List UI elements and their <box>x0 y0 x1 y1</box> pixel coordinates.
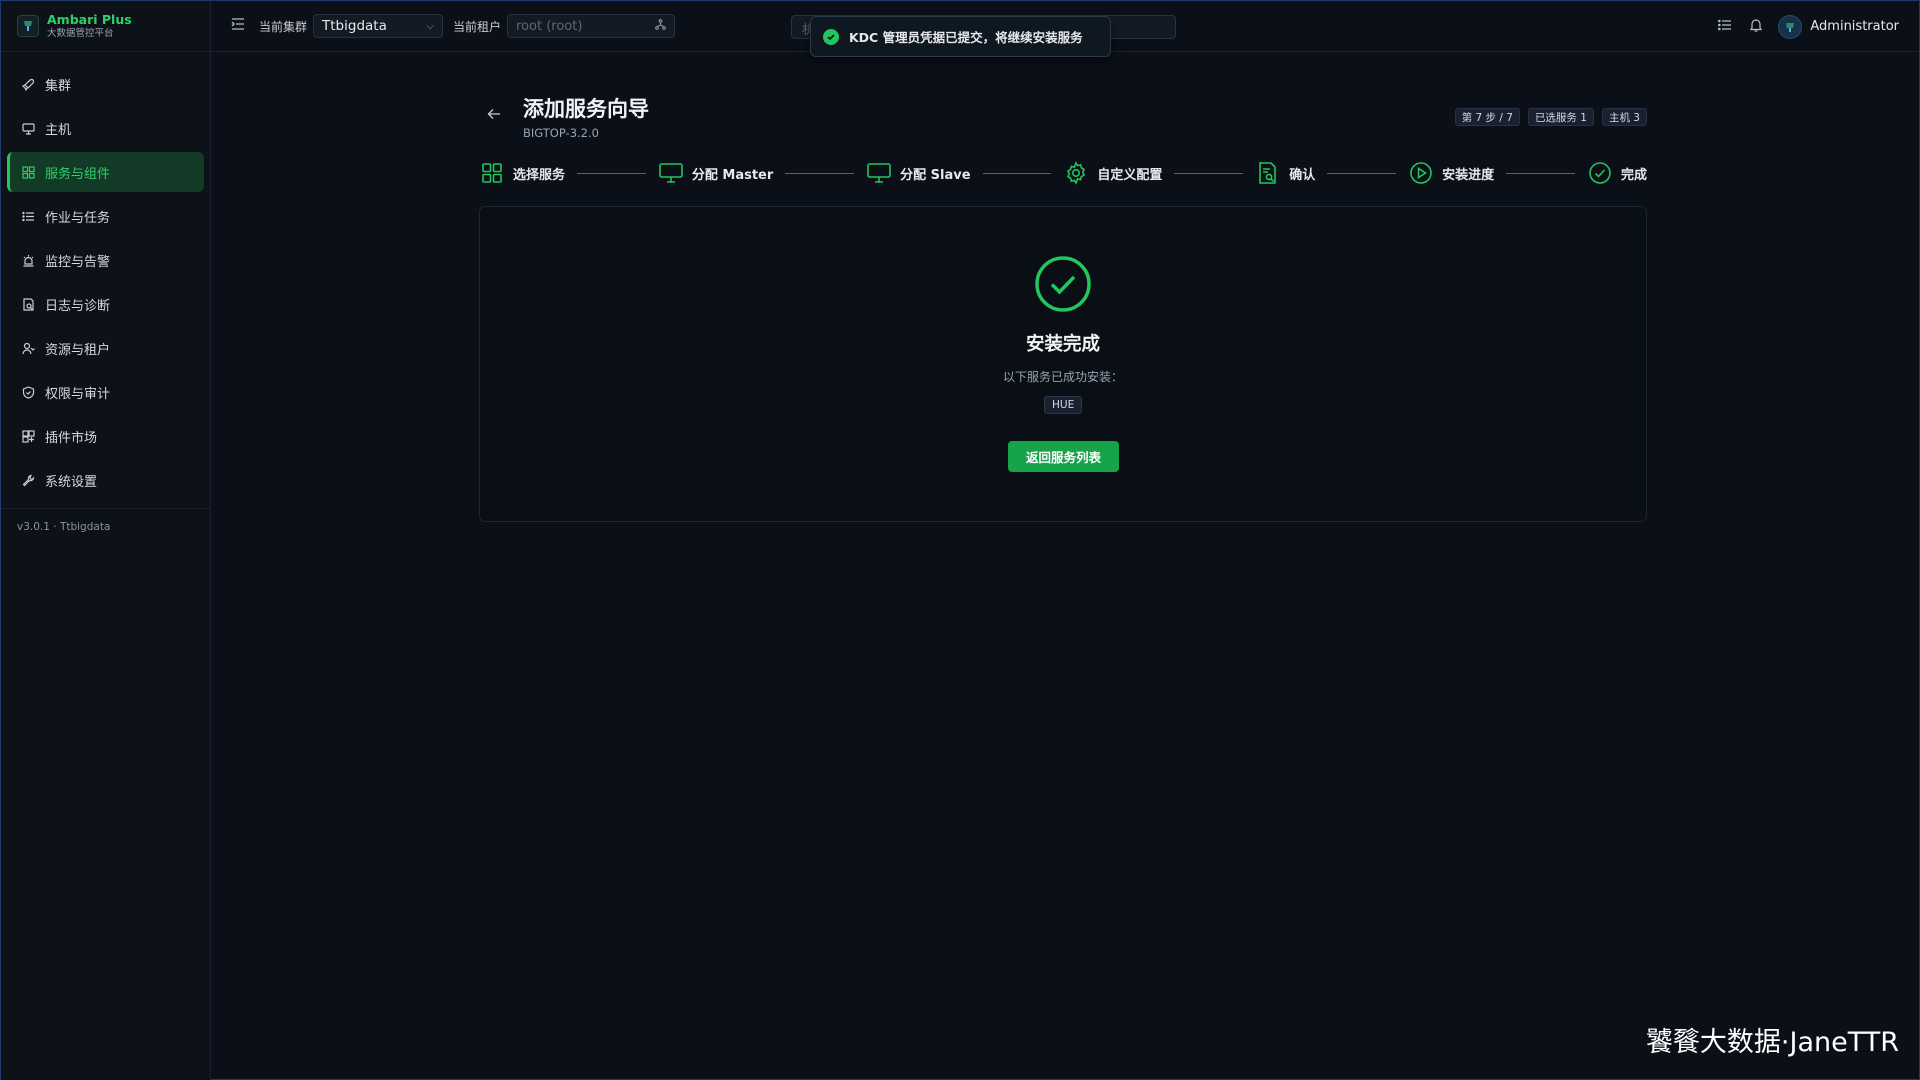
check-circle-icon <box>823 28 839 45</box>
monitor-icon <box>658 160 684 186</box>
brand-subtitle: 大数据管控平台 <box>47 27 114 39</box>
step-confirm[interactable]: 确认 <box>1255 160 1315 186</box>
sidebar-item-permissions[interactable]: 权限与审计 <box>7 372 204 412</box>
sidebar-item-label: 作业与任务 <box>45 210 111 226</box>
sidebar-item-label: 主机 <box>45 122 72 138</box>
result-title: 安装完成 <box>1025 334 1100 355</box>
tenant-input[interactable]: root (root) <box>507 14 676 38</box>
sidebar-item-services[interactable]: 服务与组件 <box>7 152 204 192</box>
stack-version: BIGTOP-3.2.0 <box>523 126 599 140</box>
selected-services-badge: 已选服务 1 <box>1527 108 1594 126</box>
wrench-icon <box>21 473 35 487</box>
step-connector <box>577 172 646 174</box>
tenant-placeholder: root (root) <box>516 18 583 34</box>
network-icon <box>655 18 666 34</box>
bell-icon[interactable] <box>1750 18 1763 36</box>
result-card: 安装完成 以下服务已成功安装： HUE 返回服务列表 <box>479 206 1647 522</box>
success-check-icon <box>1034 255 1092 317</box>
service-tag: HUE <box>1044 396 1083 414</box>
result-description: 以下服务已成功安装： <box>1002 370 1123 384</box>
brand-title: Ambari Plus <box>47 11 132 27</box>
step-connector <box>982 172 1052 174</box>
step-count-badge: 第 7 步 / 7 <box>1454 108 1520 126</box>
sidebar-item-cluster[interactable]: 集群 <box>7 64 204 104</box>
sidebar-item-settings[interactable]: 系统设置 <box>7 460 204 500</box>
sidebar-item-resources[interactable]: 资源与租户 <box>7 328 204 368</box>
sidebar-item-label: 日志与诊断 <box>45 298 111 314</box>
step-connector <box>1327 172 1397 174</box>
check-circle-icon <box>1587 160 1613 186</box>
wizard-stepper: 选择服务 分配 Master 分配 Slave 自定义配置 确认 安装进度 完成 <box>479 158 1647 188</box>
grid-icon <box>21 165 35 179</box>
document-search-icon <box>1255 160 1281 186</box>
cluster-select[interactable]: Ttbigdata ⌵ <box>313 14 444 38</box>
sidebar-item-label: 权限与审计 <box>45 386 111 402</box>
sidebar-item-plugins[interactable]: 插件市场 <box>7 416 204 456</box>
step-connector <box>1506 172 1575 174</box>
sidebar: Ambari Plus 大数据管控平台 集群 主机 服务与组件 作业与任务 监控… <box>1 1 211 1080</box>
avatar[interactable] <box>1778 14 1803 39</box>
step-assign-slave[interactable]: 分配 Slave <box>866 160 971 186</box>
sidebar-item-hosts[interactable]: 主机 <box>7 108 204 148</box>
topbar-right: Administrator <box>1700 1 1899 52</box>
play-circle-icon <box>1408 160 1434 186</box>
back-arrow-icon[interactable] <box>487 105 501 124</box>
step-label: 安装进度 <box>1442 167 1495 183</box>
alarm-icon <box>21 253 35 267</box>
step-connector <box>785 172 855 174</box>
username[interactable]: Administrator <box>1810 19 1899 34</box>
monitor-icon <box>21 121 35 135</box>
step-install-progress[interactable]: 安装进度 <box>1408 160 1494 186</box>
log-icon <box>21 297 35 311</box>
wizard-badges: 第 7 步 / 7 已选服务 1 主机 3 <box>1447 108 1647 126</box>
step-finish[interactable]: 完成 <box>1587 160 1647 186</box>
users-icon <box>21 341 35 355</box>
sidebar-item-label: 集群 <box>45 78 72 94</box>
app-window: Ambari Plus 大数据管控平台 集群 主机 服务与组件 作业与任务 监控… <box>0 0 1920 1080</box>
back-to-services-button[interactable]: 返回服务列表 <box>1008 441 1119 472</box>
plugin-icon <box>21 429 35 443</box>
list-icon <box>21 209 35 223</box>
cluster-label: 当前集群 <box>259 19 308 34</box>
sidebar-item-label: 系统设置 <box>45 474 98 490</box>
brand[interactable]: Ambari Plus 大数据管控平台 <box>1 1 210 52</box>
version-label: v3.0.1 · Ttbigdata <box>17 521 111 533</box>
rocket-icon <box>21 77 35 91</box>
step-label: 分配 Slave <box>900 167 971 183</box>
task-list-icon[interactable] <box>1718 19 1732 35</box>
chevron-down-icon: ⌵ <box>426 20 435 32</box>
step-label: 完成 <box>1620 167 1647 183</box>
page-header: 添加服务向导 BIGTOP-3.2.0 第 7 步 / 7 已选服务 1 主机 … <box>479 91 1647 141</box>
monitor-icon <box>866 160 892 186</box>
step-label: 选择服务 <box>513 167 566 183</box>
cluster-select-value: Ttbigdata <box>322 18 387 34</box>
sidebar-nav: 集群 主机 服务与组件 作业与任务 监控与告警 日志与诊断 资源与租户 权限与审… <box>1 52 210 500</box>
step-select-services[interactable]: 选择服务 <box>479 160 565 186</box>
sidebar-item-monitoring[interactable]: 监控与告警 <box>7 240 204 280</box>
hosts-badge: 主机 3 <box>1601 108 1647 126</box>
toast-message: KDC 管理员凭据已提交，将继续安装服务 <box>849 30 1083 45</box>
page-title: 添加服务向导 <box>523 97 649 121</box>
grid-icon <box>479 160 505 186</box>
step-assign-master[interactable]: 分配 Master <box>658 160 773 186</box>
gear-icon <box>1063 160 1089 186</box>
sidebar-item-label: 资源与租户 <box>45 342 111 358</box>
brand-logo-icon <box>17 15 39 37</box>
sidebar-item-label: 服务与组件 <box>45 166 111 182</box>
shield-icon <box>21 385 35 399</box>
sidebar-item-jobs[interactable]: 作业与任务 <box>7 196 204 236</box>
step-custom-config[interactable]: 自定义配置 <box>1063 160 1162 186</box>
watermark: 饕餮大数据·JaneTTR <box>1645 1027 1899 1058</box>
sidebar-item-label: 监控与告警 <box>45 254 111 270</box>
tenant-label: 当前租户 <box>453 19 502 34</box>
menu-toggle-icon[interactable] <box>231 18 249 34</box>
step-label: 确认 <box>1289 167 1316 183</box>
success-toast: KDC 管理员凭据已提交，将继续安装服务 <box>810 16 1111 57</box>
sidebar-item-logs[interactable]: 日志与诊断 <box>7 284 204 324</box>
step-label: 自定义配置 <box>1097 167 1163 183</box>
sidebar-item-label: 插件市场 <box>45 430 98 446</box>
step-label: 分配 Master <box>691 167 774 183</box>
step-connector <box>1174 172 1244 174</box>
